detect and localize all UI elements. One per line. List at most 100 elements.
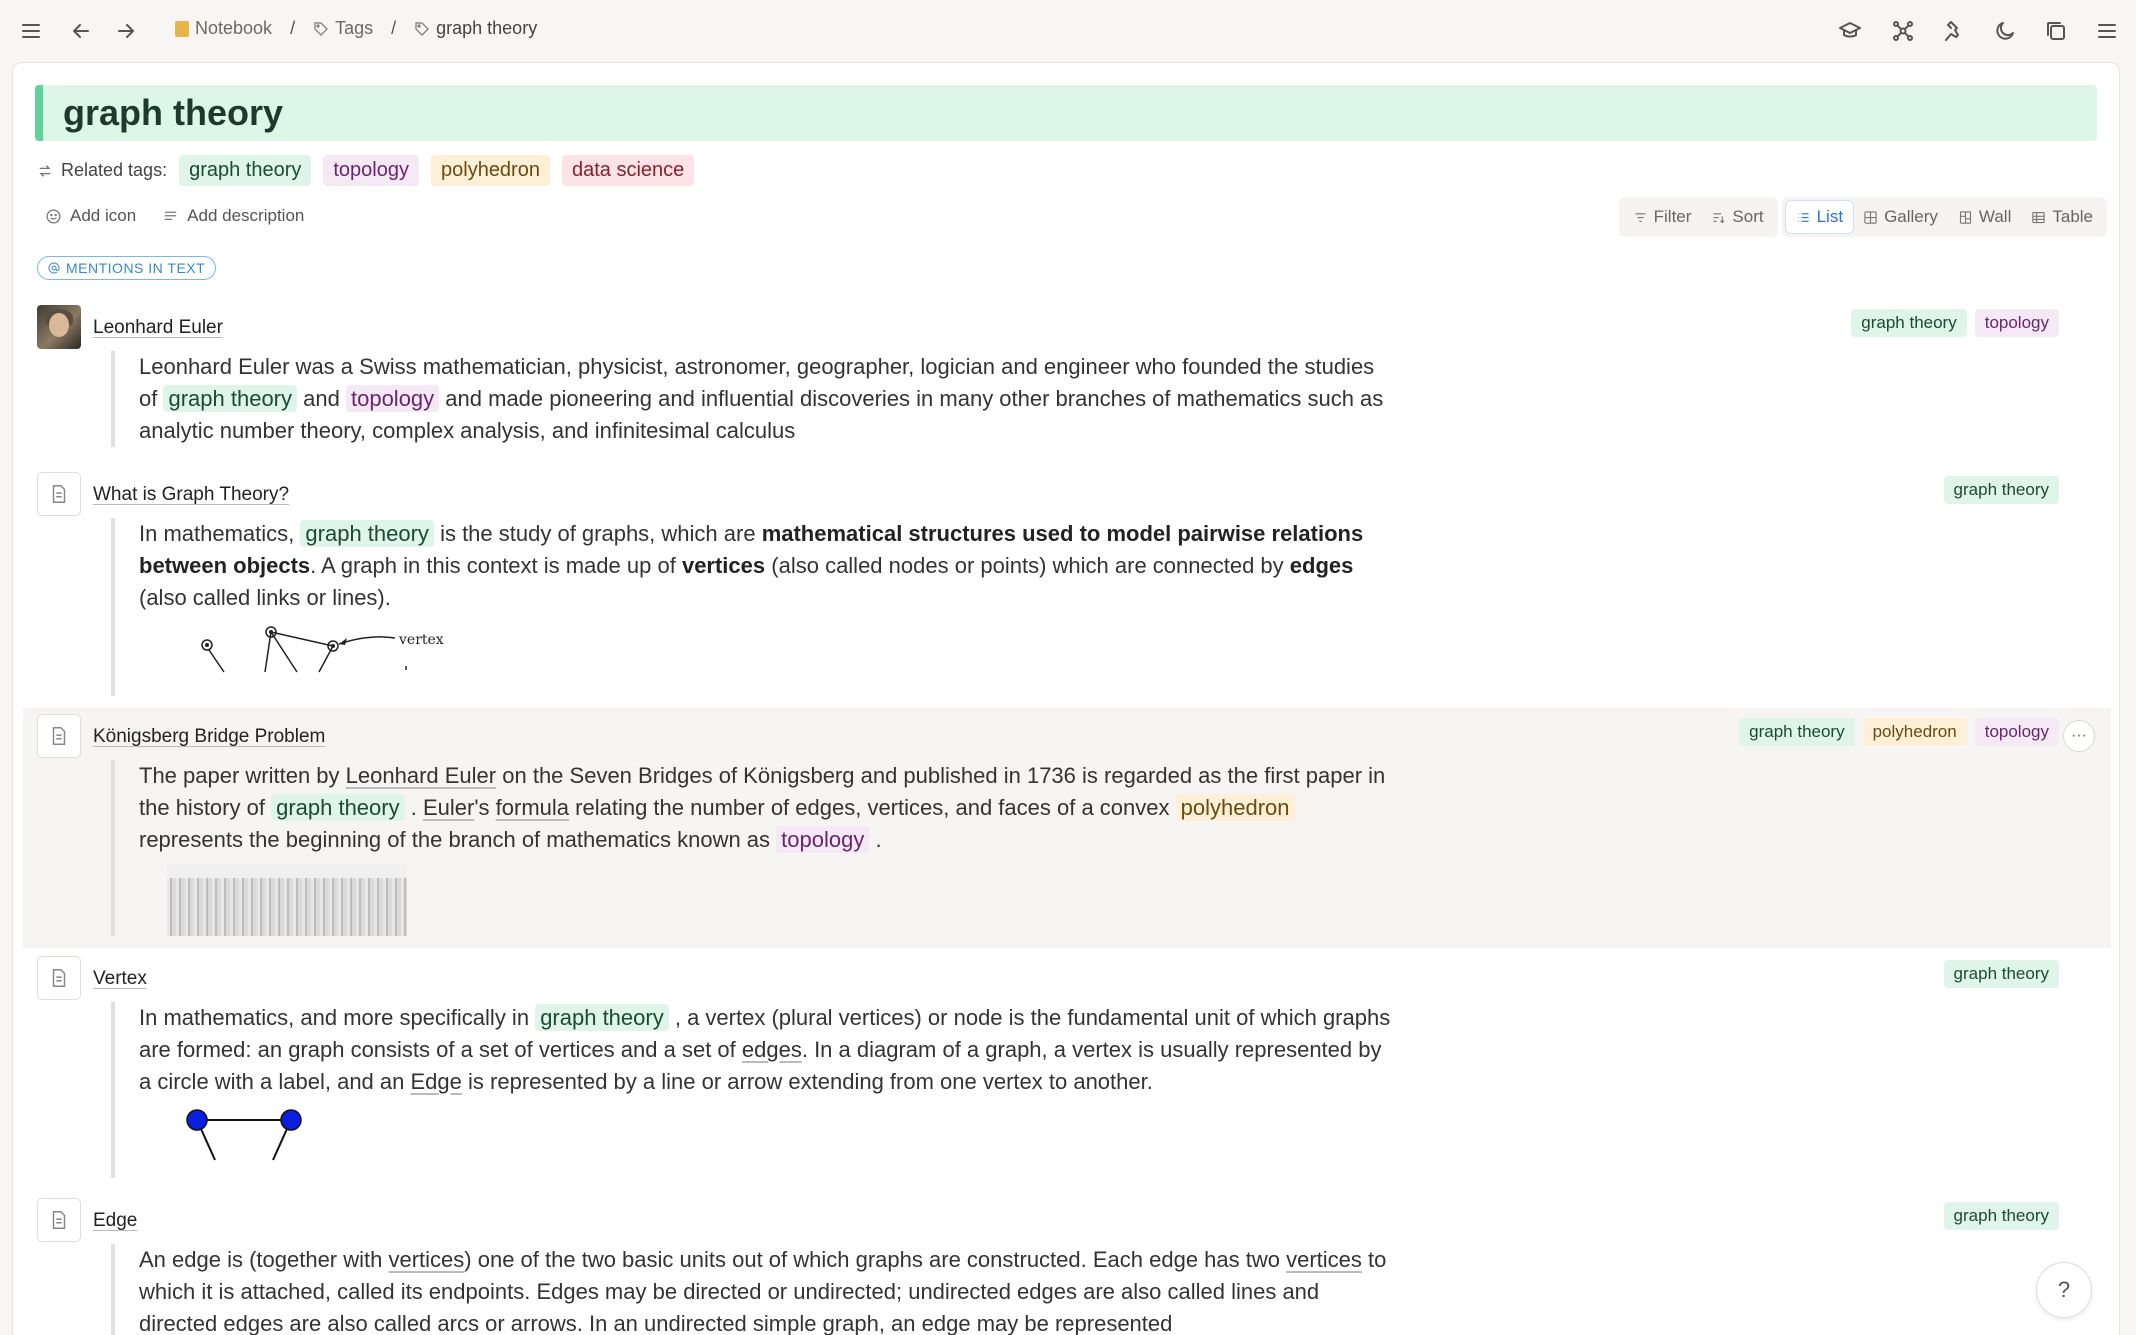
entry-title[interactable]: Vertex — [93, 968, 147, 990]
list-item: Königsberg Bridge Problem graph theory p… — [23, 708, 2111, 948]
entry-tag[interactable]: graph theory — [1943, 1202, 2059, 1230]
entry-tags: graph theory topology — [1851, 309, 2059, 337]
forward-arrow-icon[interactable] — [106, 11, 146, 51]
entry-excerpt: In mathematics, and more specifically in… — [111, 1002, 1391, 1178]
table-icon — [2032, 211, 2046, 223]
page-actions: Add icon Add description — [45, 206, 304, 226]
entry-excerpt: An edge is (together with vertices) one … — [111, 1244, 1391, 1335]
document-icon — [37, 956, 81, 1000]
view-gallery-button[interactable]: Gallery — [1853, 201, 1948, 233]
entry-title[interactable]: What is Graph Theory? — [93, 484, 289, 506]
notebook-icon — [175, 20, 189, 37]
sort-icon — [1713, 212, 1725, 223]
entry-tag[interactable]: topology — [1974, 718, 2059, 746]
back-arrow-icon[interactable] — [61, 11, 101, 51]
page-title[interactable]: graph theory — [43, 85, 2097, 141]
list-item: What is Graph Theory? graph theory In ma… — [23, 466, 2111, 706]
view-mode-group: List Gallery Wall Table — [1781, 197, 2107, 237]
smiley-icon — [46, 208, 61, 224]
wall-icon — [1959, 210, 1971, 224]
menu-icon[interactable] — [11, 11, 51, 51]
koenigsberg-map-image — [167, 864, 407, 936]
help-button[interactable]: ? — [2036, 1262, 2092, 1318]
page-title-bar: graph theory — [35, 85, 2097, 141]
view-list-button[interactable]: List — [1785, 201, 1854, 233]
entry-tags: graph theory — [1943, 476, 2059, 504]
entry-tag[interactable]: graph theory — [1943, 476, 2059, 504]
top-bar: Notebook / Tags / graph theory — [0, 0, 2136, 62]
related-tags: Related tags: graph theory topology poly… — [37, 155, 695, 186]
graph-network-icon[interactable] — [1883, 11, 1923, 51]
view-table-button[interactable]: Table — [2021, 201, 2103, 233]
breadcrumb-tags[interactable]: Tags — [313, 18, 373, 39]
inline-link[interactable]: Euler — [423, 795, 474, 820]
entry-title[interactable]: Leonhard Euler — [93, 317, 223, 339]
swap-arrows-icon — [39, 164, 51, 177]
entry-title[interactable]: Königsberg Bridge Problem — [93, 726, 325, 748]
document-icon — [37, 714, 81, 758]
inline-tag[interactable]: topology — [776, 826, 870, 853]
entry-tags: graph theory — [1943, 960, 2059, 988]
related-tag[interactable]: polyhedron — [431, 155, 550, 186]
document-icon — [37, 1198, 81, 1242]
inline-link[interactable]: formula — [496, 795, 569, 820]
list-item: Vertex graph theory In mathematics, and … — [23, 950, 2111, 1190]
inline-link[interactable]: vertices — [389, 1247, 465, 1272]
main-panel: graph theory Related tags: graph theory … — [12, 62, 2120, 1335]
inline-link[interactable]: vertices — [1286, 1247, 1362, 1272]
view-toolbar: Filter Sort List Gallery Wall Table — [1618, 197, 2107, 237]
pin-icon[interactable] — [1934, 11, 1974, 51]
breadcrumb: Notebook / Tags / graph theory — [175, 18, 537, 39]
breadcrumb-notebook[interactable]: Notebook — [175, 18, 272, 39]
filter-button[interactable]: Filter — [1623, 201, 1702, 233]
moon-icon[interactable] — [1985, 11, 2025, 51]
tag-icon — [415, 21, 429, 36]
inline-link[interactable]: Edge — [411, 1069, 462, 1094]
more-options-button[interactable]: ··· — [2063, 720, 2095, 752]
related-tag[interactable]: data science — [561, 155, 695, 186]
entry-tags: graph theory polyhedron topology — [1739, 718, 2059, 746]
entry-title[interactable]: Edge — [93, 1210, 137, 1232]
entry-tag[interactable]: graph theory — [1739, 718, 1855, 746]
entry-tag[interactable]: graph theory — [1943, 960, 2059, 988]
graph-diagram: vertex — [201, 626, 444, 673]
vertex-label: vertex — [398, 632, 444, 648]
inline-tag[interactable]: graph theory — [535, 1004, 669, 1031]
graduation-cap-icon[interactable] — [1830, 11, 1870, 51]
related-tag[interactable]: graph theory — [179, 155, 312, 186]
vertex-diagram — [186, 1109, 302, 1161]
entry-tag[interactable]: topology — [1974, 309, 2059, 337]
graph-figure: vertex — [139, 622, 1391, 696]
inline-tag[interactable]: topology — [345, 385, 440, 412]
inline-tag[interactable]: polyhedron — [1175, 794, 1295, 821]
view-wall-button[interactable]: Wall — [1948, 201, 2021, 233]
inline-link[interactable]: edges — [742, 1037, 802, 1062]
breadcrumb-separator: / — [391, 18, 397, 38]
related-tags-label: Related tags: — [61, 160, 168, 180]
related-tag[interactable]: topology — [323, 155, 419, 186]
document-icon — [37, 472, 81, 516]
add-description-button[interactable]: Add description — [162, 206, 304, 226]
filter-icon — [1635, 212, 1646, 222]
inline-tag[interactable]: graph theory — [300, 520, 434, 547]
sort-button[interactable]: Sort — [1701, 201, 1773, 233]
add-icon-button[interactable]: Add icon — [45, 206, 136, 226]
inline-tag[interactable]: graph theory — [271, 794, 405, 821]
windows-icon[interactable] — [2036, 11, 2076, 51]
entry-tag[interactable]: graph theory — [1851, 309, 1967, 337]
avatar — [37, 305, 81, 349]
more-menu-icon[interactable] — [2087, 11, 2127, 51]
at-sign-icon — [48, 262, 60, 274]
list-icon — [1798, 212, 1809, 222]
entry-tags: graph theory — [1943, 1202, 2059, 1230]
list-item: Edge graph theory An edge is (together w… — [23, 1192, 2111, 1335]
entry-excerpt: The paper written by Leonhard Euler on t… — [111, 760, 1391, 936]
mentions-section-badge: MENTIONS IN TEXT — [37, 256, 217, 280]
breadcrumb-separator: / — [290, 18, 296, 38]
inline-link[interactable]: Leonhard Euler — [346, 763, 496, 788]
entry-tag[interactable]: polyhedron — [1862, 718, 1967, 746]
text-lines-icon — [165, 211, 177, 220]
breadcrumb-current[interactable]: graph theory — [414, 18, 537, 39]
inline-tag[interactable]: graph theory — [163, 385, 298, 412]
entry-excerpt: In mathematics, graph theory is the stud… — [111, 518, 1391, 696]
